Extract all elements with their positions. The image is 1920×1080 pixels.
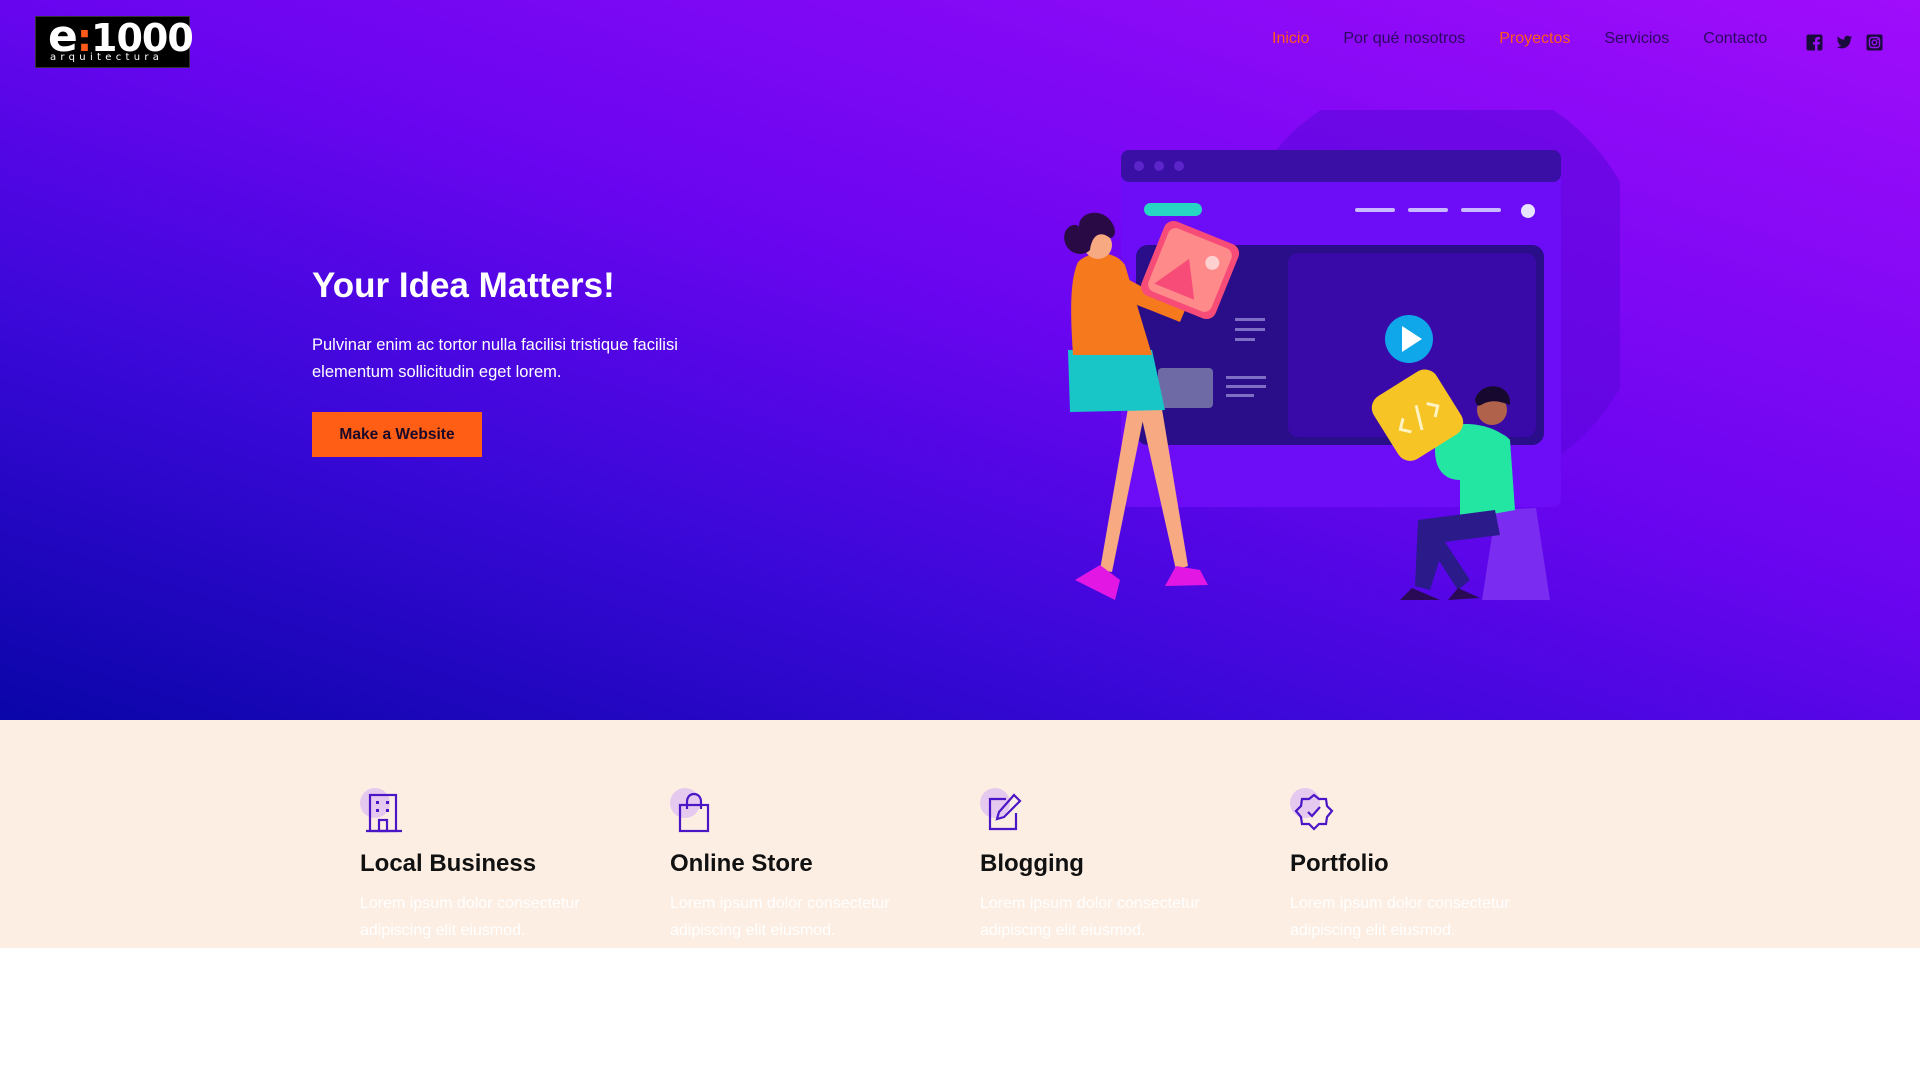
- make-website-button[interactable]: Make a Website: [312, 412, 482, 457]
- feature-title: Blogging: [980, 850, 1084, 877]
- feature-text: Lorem ipsum dolor consectetur adipiscing…: [1290, 895, 1510, 939]
- shopping-bag-icon: [670, 788, 718, 836]
- feature-text: Lorem ipsum dolor consectetur adipiscing…: [670, 895, 890, 939]
- hero-section: e:1000 arquitectura Inicio Por qué nosot…: [0, 0, 1920, 720]
- site-logo[interactable]: e:1000 arquitectura: [35, 14, 194, 68]
- features-section: Local Business Lorem ipsum dolor consect…: [0, 720, 1920, 948]
- feature-title: Local Business: [360, 850, 537, 877]
- hero-title: Your Idea Matters!: [312, 266, 615, 305]
- badge-check-icon: [1290, 788, 1338, 836]
- social-links: [1806, 34, 1883, 51]
- hero-description: Pulvinar enim ac tortor nulla facilisi t…: [312, 336, 678, 381]
- feature-local-business: Local Business Lorem ipsum dolor consect…: [360, 788, 640, 944]
- logo-tagline: arquitectura: [50, 52, 164, 63]
- feature-portfolio: Portfolio Lorem ipsum dolor consectetur …: [1290, 788, 1570, 944]
- nav-item-servicios[interactable]: Servicios: [1604, 30, 1669, 48]
- browser-titlebar: [1121, 150, 1561, 182]
- feature-text: Lorem ipsum dolor consectetur adipiscing…: [980, 895, 1200, 939]
- feature-online-store: Online Store Lorem ipsum dolor consectet…: [670, 788, 950, 944]
- feature-title: Online Store: [670, 850, 813, 877]
- nav-item-inicio[interactable]: Inicio: [1272, 30, 1309, 48]
- nav-item-contacto[interactable]: Contacto: [1703, 30, 1767, 48]
- nav-item-por-que-nosotros[interactable]: Por qué nosotros: [1343, 30, 1465, 48]
- nav-item-proyectos[interactable]: Proyectos: [1499, 30, 1570, 48]
- feature-text: Lorem ipsum dolor consectetur adipiscing…: [360, 895, 580, 939]
- feature-blogging: Blogging Lorem ipsum dolor consectetur a…: [980, 788, 1260, 944]
- hero-illustration: [1064, 110, 1620, 600]
- feature-title: Portfolio: [1290, 850, 1389, 877]
- building-icon: [360, 788, 408, 836]
- main-nav: Inicio Por qué nosotros Proyectos Servic…: [1272, 30, 1767, 48]
- facebook-icon[interactable]: [1806, 34, 1823, 51]
- twitter-icon[interactable]: [1836, 34, 1853, 51]
- edit-icon: [980, 788, 1028, 836]
- instagram-icon[interactable]: [1866, 34, 1883, 51]
